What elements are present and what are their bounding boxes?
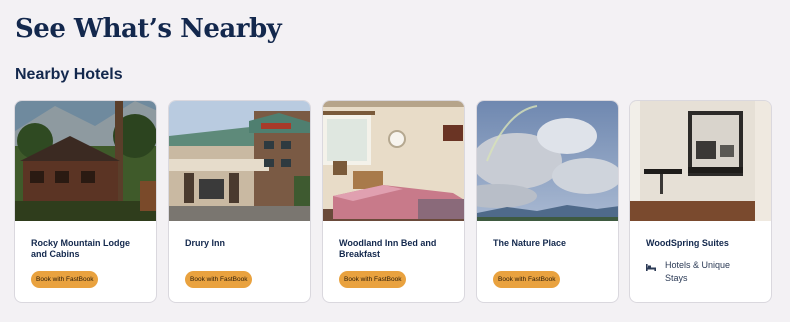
hotel-name[interactable]: The Nature Place	[493, 238, 608, 249]
book-with-fastbook-button[interactable]: Book with FastBook	[185, 271, 253, 288]
page-title: See What’s Nearby	[15, 14, 282, 44]
hotel-name[interactable]: WoodSpring Suites	[646, 238, 761, 249]
hotel-card-the-nature-place[interactable]: The Nature Place Book with FastBook	[476, 100, 619, 303]
hotel-card-drury-inn[interactable]: Drury Inn Book with FastBook	[168, 100, 311, 303]
hotel-card-list: Rocky Mountain Lodge and Cabins Book wit…	[14, 100, 774, 304]
hotel-name[interactable]: Drury Inn	[185, 238, 300, 249]
stay-type-label: Hotels & Unique Stays	[665, 260, 731, 283]
hotel-card-woodspring-suites[interactable]: WoodSpring Suites Hotels & Unique Stays	[629, 100, 772, 303]
section-title: Nearby Hotels	[15, 66, 123, 83]
book-with-fastbook-button[interactable]: Book with FastBook	[31, 271, 99, 288]
hotel-name[interactable]: Rocky Mountain Lodge and Cabins	[31, 238, 146, 260]
bed-icon	[646, 259, 660, 275]
hotel-name[interactable]: Woodland Inn Bed and Breakfast	[339, 238, 454, 260]
hotel-card-woodland-inn[interactable]: Woodland Inn Bed and Breakfast Book with…	[322, 100, 465, 303]
lodge-photo[interactable]	[15, 101, 156, 221]
book-with-fastbook-button[interactable]: Book with FastBook	[493, 271, 561, 288]
hotel-card-rocky-mountain-lodge[interactable]: Rocky Mountain Lodge and Cabins Book wit…	[14, 100, 157, 303]
suite-kitchen-photo[interactable]	[630, 101, 771, 221]
sky-photo[interactable]	[477, 101, 618, 221]
stay-type: Hotels & Unique Stays	[646, 259, 745, 285]
bedroom-photo[interactable]	[323, 101, 464, 221]
hotel-entrance-photo[interactable]	[169, 101, 310, 221]
book-with-fastbook-button[interactable]: Book with FastBook	[339, 271, 407, 288]
